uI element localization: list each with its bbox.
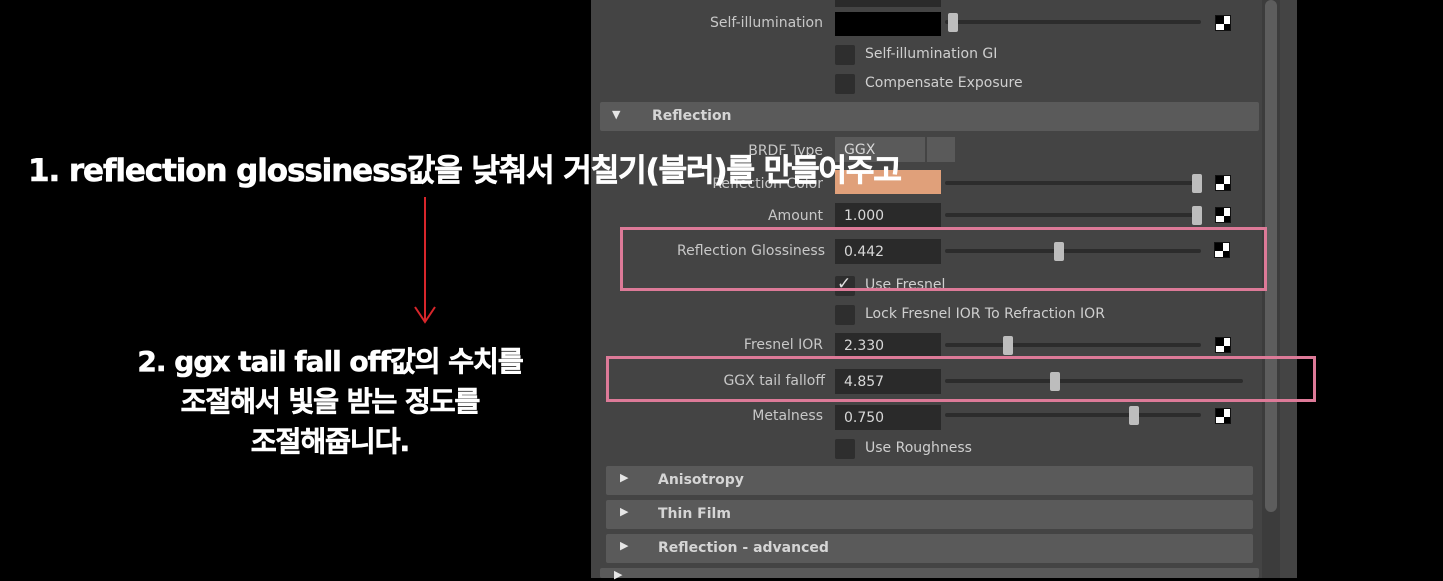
self-illumination-color-swatch[interactable]	[835, 12, 941, 36]
section-reflection-advanced[interactable]: ▶ Reflection - advanced	[606, 534, 1253, 563]
self-illumination-texture-map-icon[interactable]	[1215, 15, 1231, 31]
metalness-label: Metalness	[752, 408, 823, 424]
collapse-triangle-icon: ▼	[612, 108, 621, 121]
section-partial-bottom[interactable]: ▶	[600, 568, 1259, 581]
lock-fresnel-ior-label: Lock Fresnel IOR To Refraction IOR	[865, 306, 1105, 322]
highlight-box-reflection-glossiness	[620, 227, 1267, 291]
annotation-note-2: 2. ggx tail fall off값의 수치를 조절해서 빛을 받는 정도…	[60, 342, 600, 462]
brdf-type-dropdown-arrow[interactable]	[927, 137, 955, 162]
compensate-exposure-label: Compensate Exposure	[865, 75, 1023, 91]
top-partial-field	[835, 0, 941, 7]
metalness-field[interactable]: 0.750	[835, 405, 941, 430]
reflection-color-texture-map-icon[interactable]	[1215, 175, 1231, 191]
reflection-color-slider-track[interactable]	[945, 181, 1201, 185]
section-thin-film[interactable]: ▶ Thin Film	[606, 500, 1253, 529]
fresnel-ior-field[interactable]: 2.330	[835, 333, 941, 358]
metalness-slider-track[interactable]	[945, 413, 1201, 417]
section-reflection-advanced-title: Reflection - advanced	[658, 540, 829, 556]
reflection-color-slider-handle[interactable]	[1192, 174, 1202, 193]
section-thin-film-title: Thin Film	[658, 506, 731, 522]
annotation-note-2-line-3: 조절해줍니다.	[250, 425, 411, 459]
fresnel-ior-slider-track[interactable]	[945, 343, 1201, 347]
annotation-note-2-line-1: 2. ggx tail fall off값의 수치를	[137, 345, 524, 379]
annotation-note-2-line-2: 조절해서 빛을 받는 정도를	[180, 385, 480, 419]
metalness-texture-map-icon[interactable]	[1215, 408, 1231, 424]
amount-slider-track[interactable]	[945, 213, 1201, 217]
self-illumination-slider-handle[interactable]	[948, 13, 958, 32]
self-illumination-label: Self-illumination	[710, 15, 823, 31]
metalness-slider-handle[interactable]	[1129, 406, 1139, 425]
annotation-note-1: 1. reflection glossiness값을 낮춰서 거칠기(블러)를 …	[28, 153, 902, 190]
section-anisotropy-title: Anisotropy	[658, 472, 744, 488]
amount-texture-map-icon[interactable]	[1215, 207, 1231, 223]
use-roughness-checkbox[interactable]	[835, 439, 855, 459]
use-roughness-label: Use Roughness	[865, 440, 972, 456]
section-anisotropy[interactable]: ▶ Anisotropy	[606, 466, 1253, 495]
self-illumination-gi-label: Self-illumination GI	[865, 46, 998, 62]
section-reflection-title: Reflection	[652, 108, 732, 124]
expand-triangle-icon: ▶	[614, 568, 623, 581]
section-reflection[interactable]: ▼ Reflection	[600, 102, 1259, 131]
self-illumination-gi-checkbox[interactable]	[835, 45, 855, 65]
amount-field[interactable]: 1.000	[835, 203, 941, 228]
expand-triangle-icon: ▶	[620, 471, 629, 484]
fresnel-ior-slider-handle[interactable]	[1003, 336, 1013, 355]
self-illumination-slider-track[interactable]	[945, 20, 1201, 24]
highlight-box-ggx-tail-falloff	[606, 356, 1316, 402]
amount-slider-handle[interactable]	[1192, 206, 1202, 225]
fresnel-ior-label: Fresnel IOR	[743, 337, 823, 353]
fresnel-ior-texture-map-icon[interactable]	[1215, 337, 1231, 353]
amount-label: Amount	[767, 208, 823, 224]
expand-triangle-icon: ▶	[620, 539, 629, 552]
lock-fresnel-ior-checkbox[interactable]	[835, 305, 855, 325]
red-arrow-icon	[414, 197, 436, 324]
compensate-exposure-checkbox[interactable]	[835, 74, 855, 94]
expand-triangle-icon: ▶	[620, 505, 629, 518]
